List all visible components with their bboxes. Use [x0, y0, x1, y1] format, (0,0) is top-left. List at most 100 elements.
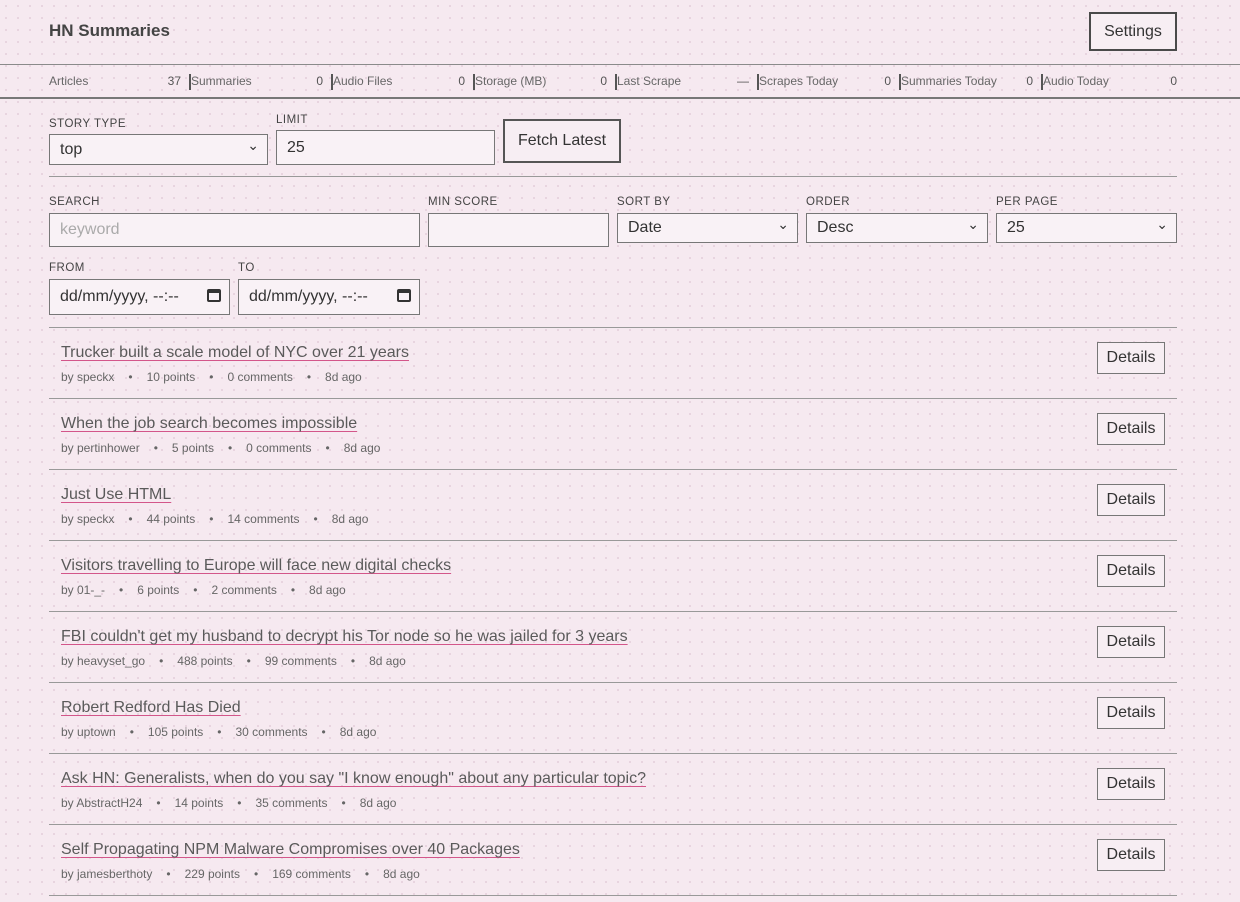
meta-separator: • [119, 583, 124, 597]
meta-separator: • [129, 725, 134, 739]
story-title-link[interactable]: Visitors travelling to Europe will face … [61, 557, 451, 575]
limit-input[interactable]: 25 [276, 130, 495, 165]
story-title-link[interactable]: Self Propagating NPM Malware Compromises… [61, 841, 520, 859]
meta-separator: • [321, 725, 326, 739]
min-score-label: MIN SCORE [428, 196, 498, 208]
story-comments: 0 comments [246, 441, 312, 455]
meta-separator: • [325, 441, 330, 455]
story-title-link[interactable]: FBI couldn't get my husband to decrypt h… [61, 628, 628, 646]
stat-audio-files: Audio Files 0 [333, 65, 475, 97]
settings-button[interactable]: Settings [1089, 12, 1177, 51]
story-title-link[interactable]: When the job search becomes impossible [61, 415, 357, 433]
story-type-value: top [60, 140, 83, 158]
details-button[interactable]: Details [1097, 484, 1165, 516]
story-meta: by heavyset_go • 488 points • 99 comments • 8d… [61, 654, 406, 668]
story-author: by 01-_- [61, 583, 106, 597]
story-author: by pertinhower [61, 441, 140, 455]
story-author: by AbstractH24 [61, 796, 143, 810]
meta-separator: • [217, 725, 222, 739]
story-age: 8d ago [325, 370, 362, 384]
details-button[interactable]: Details [1097, 342, 1165, 374]
story-comments: 14 comments [227, 512, 300, 526]
story-points: 14 points [174, 796, 224, 810]
story-title-link[interactable]: Ask HN: Generalists, when do you say "I … [61, 770, 646, 788]
fetch-latest-button[interactable]: Fetch Latest [503, 119, 621, 163]
stat-audio-today: Audio Today 0 [1043, 65, 1177, 97]
story-points: 10 points [146, 370, 196, 384]
meta-separator: • [253, 867, 259, 881]
stat-label: Last Scrape [617, 74, 682, 88]
story-row: Trucker built a scale model of NYC over … [49, 328, 1177, 399]
story-age: 8d ago [331, 512, 369, 526]
story-comments: 2 comments [211, 583, 277, 597]
story-points: 6 points [137, 583, 180, 597]
meta-separator: • [166, 867, 171, 881]
order-select[interactable]: Desc [806, 213, 988, 243]
meta-separator: • [237, 796, 242, 810]
story-points: 229 points [184, 867, 240, 881]
per-page-value: 25 [1007, 219, 1025, 236]
divider [49, 176, 1177, 177]
details-button[interactable]: Details [1097, 839, 1165, 871]
stat-label: Summaries Today [901, 74, 997, 88]
story-row: Ask HN: Generalists, when do you say "I … [49, 754, 1177, 825]
stat-label: Audio Files [333, 74, 393, 88]
story-author: by uptown [61, 725, 116, 739]
stat-storage: Storage (MB) 0 [475, 65, 617, 97]
to-date-value: dd/mm/yyyy, --:-- [249, 288, 368, 305]
story-author: by heavyset_go [61, 654, 146, 668]
details-button[interactable]: Details [1097, 697, 1165, 729]
stat-label: Articles [49, 74, 89, 88]
story-title-link[interactable]: Just Use HTML [61, 486, 171, 504]
story-title-link[interactable]: Trucker built a scale model of NYC over … [61, 344, 409, 362]
calendar-icon[interactable] [207, 289, 221, 302]
story-row: Robert Redford Has Died by uptown • 105 po… [49, 683, 1177, 754]
to-date-input[interactable]: dd/mm/yyyy, --:-- [238, 279, 420, 315]
search-label: SEARCH [49, 196, 100, 208]
meta-separator: • [209, 370, 214, 384]
details-button[interactable]: Details [1097, 555, 1165, 587]
meta-separator: • [364, 867, 370, 881]
top-bar: HN Summaries Settings [0, 0, 1240, 64]
story-comments: 99 comments [264, 654, 337, 668]
per-page-select[interactable]: 25 [996, 213, 1177, 243]
meta-separator: • [246, 654, 251, 668]
stat-label: Scrapes Today [759, 74, 839, 88]
story-title-link[interactable]: Robert Redford Has Died [61, 699, 241, 717]
calendar-icon[interactable] [397, 289, 411, 302]
meta-separator: • [159, 654, 164, 668]
story-row: Self Propagating NPM Malware Compromises… [49, 825, 1177, 896]
meta-separator: • [341, 796, 346, 810]
search-input[interactable]: keyword [49, 213, 420, 247]
story-age: 8d ago [309, 583, 346, 597]
stat-summaries-today: Summaries Today 0 [901, 65, 1043, 97]
story-meta: by AbstractH24 • 14 points • 35 comments • 8d … [61, 796, 396, 810]
meta-separator: • [209, 512, 214, 526]
story-type-label: STORY TYPE [49, 118, 127, 130]
stat-label: Summaries [191, 74, 252, 88]
stat-label: Audio Today [1043, 74, 1109, 88]
details-button[interactable]: Details [1097, 413, 1165, 445]
story-type-select[interactable]: top [49, 134, 268, 165]
stat-summaries: Summaries 0 [191, 65, 333, 97]
limit-value: 25 [287, 138, 305, 156]
meta-separator: • [227, 441, 233, 455]
story-comments: 35 comments [255, 796, 328, 810]
sort-by-select[interactable]: Date [617, 213, 798, 243]
order-value: Desc [817, 219, 854, 236]
meta-separator: • [313, 512, 318, 526]
sort-by-label: SORT BY [617, 196, 671, 208]
story-meta: by speckx • 44 points • 14 comments • 8d ago [61, 512, 368, 526]
search-placeholder: keyword [60, 221, 120, 238]
details-button[interactable]: Details [1097, 626, 1165, 658]
story-meta: by 01-_- • 6 points • 2 comments • 8d ago [61, 583, 346, 597]
min-score-input[interactable] [428, 213, 609, 247]
stat-value: 37 [167, 74, 181, 88]
app-title: HN Summaries [49, 21, 170, 40]
story-age: 8d ago [339, 725, 377, 739]
story-row: Just Use HTML by speckx • 44 points • 14 com… [49, 470, 1177, 541]
story-comments: 0 comments [227, 370, 293, 384]
from-date-input[interactable]: dd/mm/yyyy, --:-- [49, 279, 230, 315]
meta-separator: • [153, 441, 158, 455]
details-button[interactable]: Details [1097, 768, 1165, 800]
